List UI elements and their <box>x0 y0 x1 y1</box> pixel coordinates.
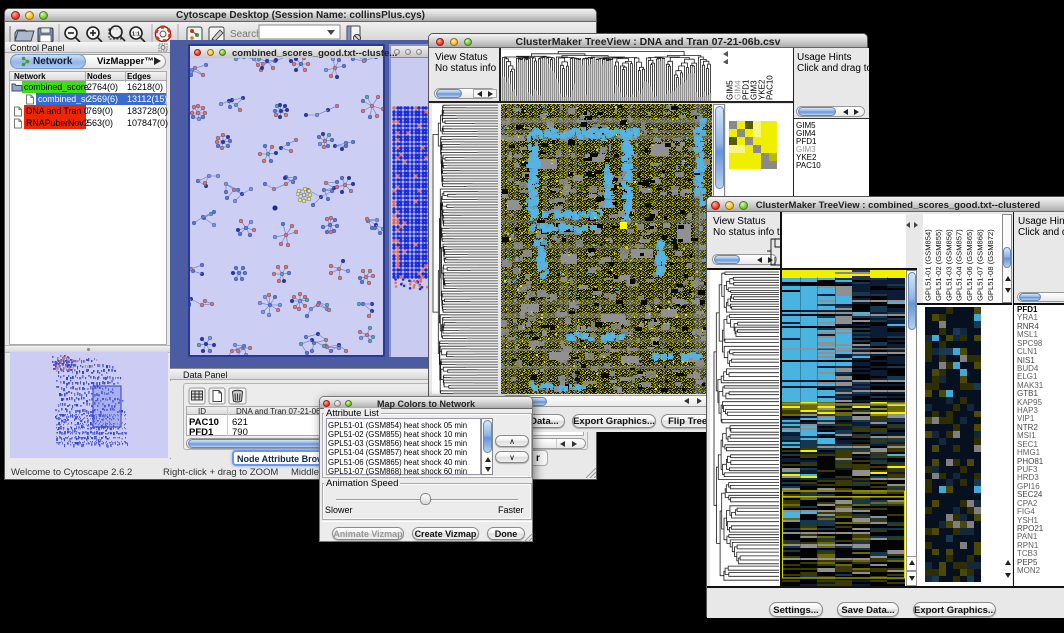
svg-text:GPL51-04 (GSM857): GPL51-04 (GSM857) <box>955 229 964 301</box>
svg-text:GPL51-08 (GSM872): GPL51-08 (GSM872) <box>986 229 995 301</box>
svg-text:GPL51-01 (GSM854): GPL51-01 (GSM854) <box>924 229 933 301</box>
svg-text:GPL51-06 (GSM865): GPL51-06 (GSM865) <box>965 229 974 301</box>
svg-text:GPL51-03 (GSM856): GPL51-03 (GSM856) <box>944 229 953 301</box>
svg-text:GPL51-07 (GSM868): GPL51-07 (GSM868) <box>976 229 985 301</box>
svg-text:1:1: 1:1 <box>132 32 140 38</box>
svg-text:GPL51-02 (GSM855): GPL51-02 (GSM855) <box>934 229 943 301</box>
svg-text:PAC10: PAC10 <box>766 75 775 100</box>
